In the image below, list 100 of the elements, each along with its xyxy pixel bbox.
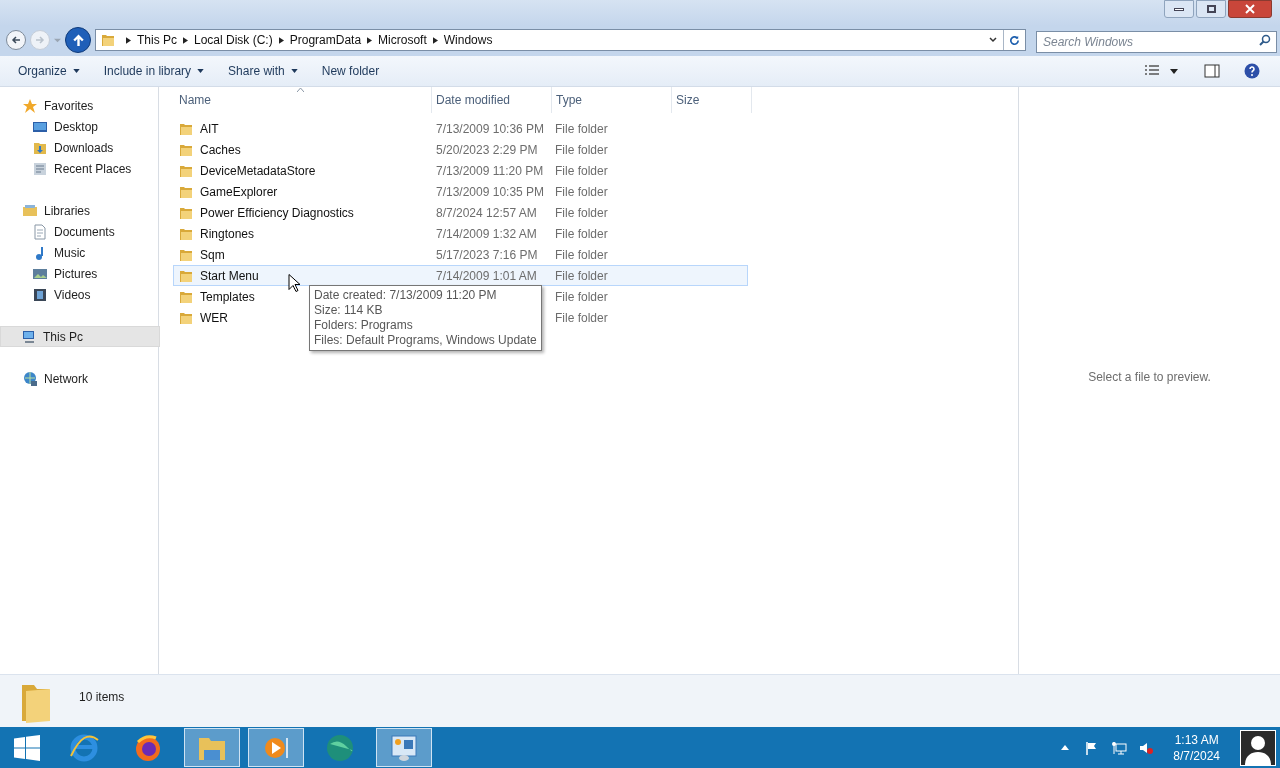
date-modified: 7/14/2009 1:01 AM bbox=[436, 268, 537, 283]
forward-arrow-icon bbox=[35, 35, 45, 45]
toolbar-button[interactable]: Organize bbox=[10, 59, 88, 83]
file-name[interactable]: Sqm bbox=[200, 245, 225, 264]
clock-time[interactable]: 1:13 AM bbox=[1174, 731, 1219, 748]
speaker-muted-icon[interactable] bbox=[1139, 740, 1154, 755]
file-type: File folder bbox=[555, 205, 608, 220]
user-avatar[interactable] bbox=[1240, 729, 1276, 766]
breadcrumb[interactable]: Windows bbox=[443, 31, 493, 49]
navigation-item[interactable]: Favorites bbox=[2, 95, 158, 116]
navigation-item[interactable]: Recent Places bbox=[2, 158, 158, 179]
file-type: File folder bbox=[555, 142, 608, 157]
file-name[interactable]: DeviceMetadataStore bbox=[200, 161, 316, 180]
breadcrumb[interactable]: Local Disk (C:) bbox=[194, 31, 273, 49]
item-count: 10 items bbox=[79, 689, 125, 706]
pane-icon bbox=[1204, 64, 1220, 78]
up-button[interactable] bbox=[65, 27, 91, 53]
help-icon bbox=[1244, 63, 1260, 79]
recent-places-icon bbox=[32, 160, 48, 177]
date-modified: 7/13/2009 11:20 PM bbox=[436, 163, 544, 178]
file-name[interactable]: Power Efficiency Diagnostics bbox=[200, 203, 354, 222]
mouse-pointer-icon bbox=[288, 273, 300, 292]
breadcrumb[interactable]: Microsoft bbox=[378, 31, 427, 49]
close-icon bbox=[1245, 4, 1255, 14]
breadcrumb[interactable]: ProgramData bbox=[289, 31, 362, 49]
navigation-item[interactable]: Libraries bbox=[2, 200, 158, 221]
file-type: File folder bbox=[555, 268, 608, 283]
taskbar-app[interactable] bbox=[376, 728, 432, 767]
column-header[interactable]: Size bbox=[672, 87, 752, 113]
film-icon bbox=[32, 286, 48, 303]
file-name[interactable]: WER bbox=[200, 308, 228, 327]
navigation-item[interactable]: Desktop bbox=[2, 116, 158, 137]
chevron-right-icon bbox=[278, 36, 284, 44]
toolbar-button[interactable]: Include in library bbox=[95, 59, 213, 83]
navigation-item[interactable]: Music bbox=[2, 242, 158, 263]
file-type: File folder bbox=[555, 247, 608, 262]
date-modified: 5/20/2023 2:29 PM bbox=[436, 142, 538, 157]
tooltip-line: Size: 114 KB bbox=[314, 303, 384, 318]
up-arrow-icon bbox=[71, 33, 85, 47]
document-icon bbox=[32, 223, 48, 240]
file-type: File folder bbox=[555, 289, 608, 304]
library-icon bbox=[22, 202, 38, 219]
folder-icon bbox=[100, 32, 116, 48]
toolbar-button[interactable]: Share with bbox=[220, 59, 306, 83]
show-hidden-icons-icon[interactable] bbox=[1061, 745, 1070, 750]
navigation-item[interactable]: Videos bbox=[2, 284, 158, 305]
column-header[interactable]: Date modified bbox=[432, 87, 552, 113]
date-modified: 7/14/2009 1:32 AM bbox=[436, 226, 537, 241]
details-view-icon bbox=[1144, 64, 1160, 78]
column-header[interactable]: Type bbox=[552, 87, 672, 113]
date-modified: 7/13/2009 10:35 PM bbox=[436, 184, 545, 199]
file-type: File folder bbox=[555, 226, 608, 241]
date-modified: 5/17/2023 7:16 PM bbox=[436, 247, 538, 262]
file-type: File folder bbox=[555, 121, 608, 136]
tooltip-line: Folders: Programs bbox=[314, 318, 414, 333]
file-name[interactable]: Templates bbox=[200, 287, 255, 306]
computer-icon bbox=[21, 328, 37, 345]
network-icon bbox=[22, 370, 38, 387]
minimize-button[interactable] bbox=[1164, 0, 1194, 18]
file-name[interactable]: Start Menu bbox=[200, 266, 259, 285]
breadcrumb[interactable]: This Pc bbox=[137, 31, 177, 49]
refresh-icon bbox=[1009, 34, 1020, 46]
search-field[interactable]: Search Windows bbox=[1036, 31, 1277, 53]
chevron-right-icon bbox=[126, 36, 131, 44]
chevron-right-icon bbox=[183, 36, 188, 44]
taskbar-app[interactable] bbox=[248, 728, 304, 767]
search-icon bbox=[1259, 34, 1271, 46]
address-bar[interactable]: This Pc Local Disk (C:) ProgramData Microsoft Windows bbox=[95, 29, 1026, 51]
navigation-item[interactable]: Downloads bbox=[2, 137, 158, 158]
tooltip-line: Files: Default Programs, Windows Update bbox=[314, 333, 537, 348]
back-button[interactable] bbox=[6, 30, 26, 50]
preview-message: Select a file to preview. bbox=[1088, 368, 1211, 386]
caret-icon bbox=[72, 69, 80, 73]
star-icon bbox=[22, 97, 38, 114]
chevron-right-icon bbox=[432, 36, 438, 44]
file-name[interactable]: Ringtones bbox=[200, 224, 255, 243]
caret-icon bbox=[1170, 68, 1178, 74]
file-type: File folder bbox=[555, 310, 608, 325]
column-header[interactable]: Name bbox=[175, 87, 432, 113]
navigation-item[interactable]: Network bbox=[2, 368, 158, 389]
taskbar-app[interactable] bbox=[184, 728, 240, 767]
restore-button[interactable] bbox=[1196, 0, 1226, 18]
file-row[interactable]: Start Menu 7/14/2009 1:01 AM File folder bbox=[173, 265, 748, 286]
toolbar-button[interactable]: New folder bbox=[313, 59, 388, 83]
caret-icon bbox=[197, 69, 205, 73]
chevron-right-icon bbox=[367, 36, 373, 44]
navigation-item[interactable]: Documents bbox=[2, 221, 158, 242]
file-name[interactable]: AIT bbox=[200, 119, 219, 138]
chevron-down-icon[interactable] bbox=[989, 37, 997, 43]
navigation-item[interactable]: This Pc bbox=[0, 326, 160, 347]
navigation-item[interactable]: Pictures bbox=[2, 263, 158, 284]
close-button[interactable] bbox=[1228, 0, 1272, 18]
file-name[interactable]: GameExplorer bbox=[200, 182, 278, 201]
date-modified: 8/7/2024 12:57 AM bbox=[436, 205, 537, 220]
caret-icon bbox=[290, 69, 298, 73]
clock-date[interactable]: 8/7/2024 bbox=[1173, 747, 1220, 764]
file-name[interactable]: Caches bbox=[200, 140, 241, 159]
network-icon[interactable] bbox=[1111, 740, 1128, 755]
date-modified: 7/13/2009 10:36 PM bbox=[436, 121, 545, 136]
file-type: File folder bbox=[555, 184, 608, 199]
